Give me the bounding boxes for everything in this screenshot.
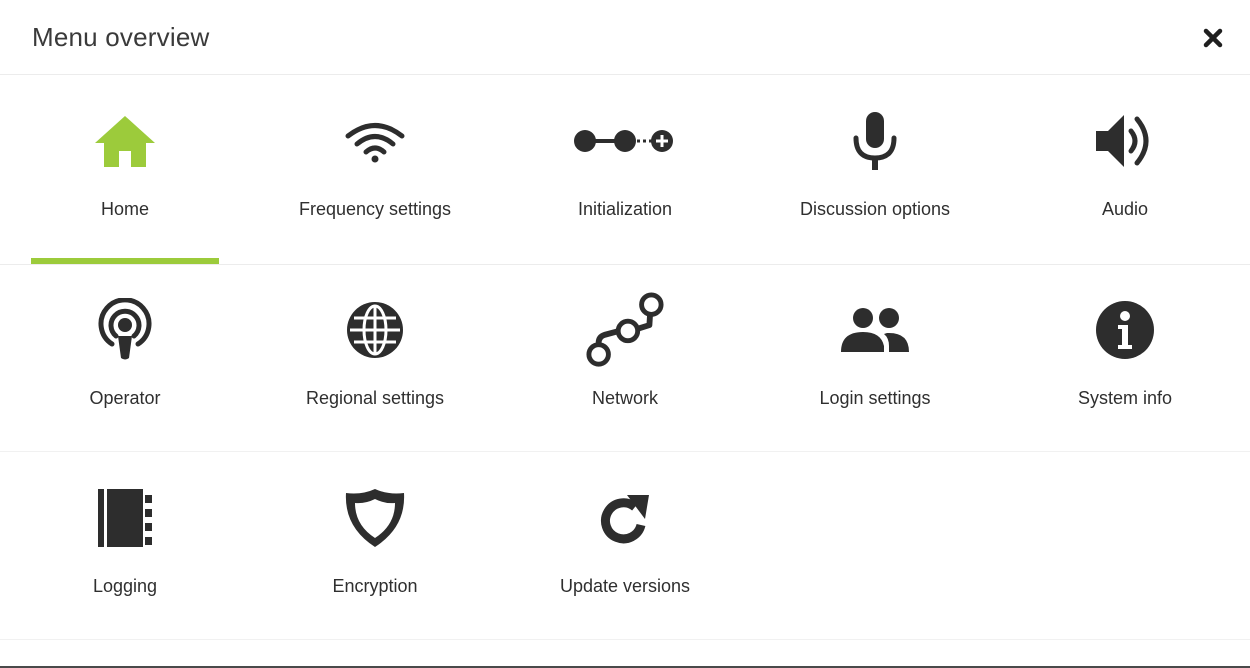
menu-tile-network[interactable]: Network [500, 265, 750, 453]
tile-label: Network [591, 388, 658, 408]
tile-label: Logging [92, 576, 158, 596]
speaker-icon [1096, 115, 1149, 167]
tile-label: Login settings [819, 388, 931, 408]
menu-tile-update-versions[interactable]: Update versions [500, 453, 750, 641]
close-icon [1203, 28, 1223, 48]
dialog-title: Menu overview [32, 22, 210, 52]
menu-tile-audio[interactable]: Audio [1000, 76, 1250, 264]
menu-tile-frequency-settings[interactable]: Frequency settings [250, 76, 500, 264]
tile-label: Initialization [577, 199, 673, 219]
users-icon [841, 308, 909, 352]
tile-label: Encryption [332, 576, 418, 596]
microphone-icon [853, 112, 897, 170]
tile-label: Operator [89, 388, 161, 408]
menu-tile-encryption[interactable]: Encryption [250, 453, 500, 641]
row-divider [0, 639, 1250, 640]
tile-label: Regional settings [305, 388, 445, 408]
network-icon [586, 292, 664, 367]
menu-tile-system-info[interactable]: System info [1000, 265, 1250, 453]
tile-label: Discussion options [799, 199, 951, 219]
wifi-icon [345, 123, 405, 163]
menu-tile-logging[interactable]: Logging [0, 453, 250, 641]
menu-tile-login-settings[interactable]: Login settings [750, 265, 1000, 453]
initialization-icon [574, 130, 673, 152]
dialog-header: Menu overview [0, 0, 1250, 75]
menu-tile-home[interactable]: Home [0, 76, 250, 264]
menu-tile-initialization[interactable]: Initialization [500, 76, 750, 264]
shield-icon [345, 489, 405, 547]
tile-label: Audio [1101, 199, 1149, 219]
menu-tile-regional-settings[interactable]: Regional settings [250, 265, 500, 453]
tile-label: Frequency settings [298, 199, 452, 219]
home-icon [95, 116, 155, 167]
menu-tile-discussion-options[interactable]: Discussion options [750, 76, 1000, 264]
notebook-icon [98, 489, 152, 547]
globe-icon [347, 302, 403, 358]
tile-label: Home [100, 199, 149, 219]
close-button[interactable] [1199, 24, 1227, 52]
info-icon [1096, 301, 1154, 359]
tile-label: Update versions [559, 576, 691, 596]
operator-icon [98, 298, 152, 360]
tile-label: System info [1077, 388, 1173, 408]
menu-tile-operator[interactable]: Operator [0, 265, 250, 453]
refresh-icon [601, 495, 649, 544]
row-divider [0, 451, 1250, 452]
